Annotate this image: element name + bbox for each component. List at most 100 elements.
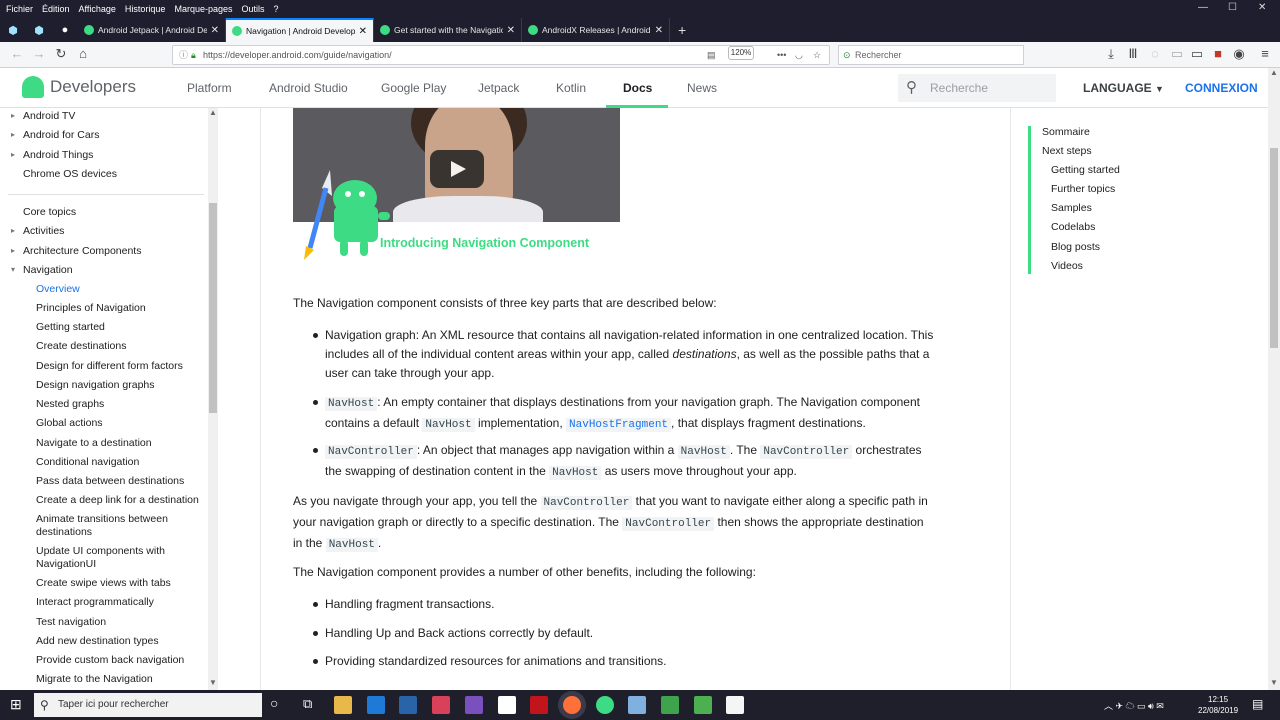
scroll-down-icon[interactable]: ▼ [209, 678, 217, 687]
sidebar-item-getting-started[interactable]: Getting started [36, 321, 105, 333]
zoom-level[interactable]: 120% [728, 46, 754, 60]
windows-start-icon[interactable]: ⊞ [10, 696, 22, 713]
tab-android-jetpack[interactable]: Android Jetpack | Android De ✕ [78, 18, 226, 42]
close-tab-icon[interactable]: ✕ [359, 26, 367, 37]
file-explorer-icon[interactable] [334, 696, 352, 714]
system-tray[interactable]: ︿ ✈ ☁ ▭ 🔊︎ ✉ [1104, 699, 1164, 712]
toc-item-blog-posts[interactable]: Blog posts [1051, 241, 1100, 253]
nav-docs[interactable]: Docs [623, 81, 652, 95]
firefox-icon[interactable] [563, 696, 581, 714]
site-search-input[interactable]: ⚲ Recherche [898, 74, 1056, 102]
sidebar-item-back-navigation[interactable]: Provide custom back navigation [36, 654, 184, 666]
developers-logo[interactable]: Developers [22, 76, 136, 98]
pinned-tab-3[interactable]: ● [52, 18, 78, 42]
store-icon[interactable] [399, 696, 417, 714]
sidebar-item-pass-data[interactable]: Pass data between destinations [36, 475, 184, 487]
sidebar-item-nested-graphs[interactable]: Nested graphs [36, 398, 104, 410]
sidebar-item-nav-graphs[interactable]: Design navigation graphs [36, 379, 155, 391]
browser-search-input[interactable]: ⊙ Rechercher [838, 45, 1024, 65]
sidebar-item-principles[interactable]: Principles of Navigation [36, 302, 146, 314]
toc-item-videos[interactable]: Videos [1051, 260, 1083, 272]
sidebar-item-interact[interactable]: Interact programmatically [36, 596, 154, 608]
sidebar-item-navigation[interactable]: ▾ Navigation [11, 264, 73, 276]
library-icon[interactable]: Ⅲ [1124, 46, 1142, 62]
forward-icon[interactable]: → [30, 46, 48, 61]
sidebar-item-form-factors[interactable]: Design for different form factors [36, 360, 183, 372]
mail-icon[interactable] [498, 696, 516, 714]
sidebar-item-deep-link[interactable]: Create a deep link for a destination [36, 494, 199, 506]
downloads-icon[interactable]: ⤓ [1102, 46, 1120, 62]
sidebar-item-android-tv[interactable]: ▸ Android TV [11, 110, 75, 122]
sidebar-item-create-destinations[interactable]: Create destinations [36, 340, 126, 352]
scroll-up-icon[interactable]: ▲ [1270, 68, 1278, 77]
app-icon[interactable] [726, 696, 744, 714]
menu-historique[interactable]: Historique [125, 4, 166, 14]
page-scroll-thumb[interactable] [1270, 148, 1278, 348]
pocket-icon[interactable]: ◡ [795, 46, 803, 64]
page-scrollbar[interactable]: ▲ ▼ [1268, 68, 1280, 690]
tab-get-started[interactable]: Get started with the Navigation ✕ [374, 18, 522, 42]
toc-item-samples[interactable]: Samples [1051, 202, 1092, 214]
task-view-icon[interactable]: ⧉ [303, 696, 312, 712]
menu-marque-pages[interactable]: Marque-pages [174, 4, 232, 14]
cortana-icon[interactable]: ○ [270, 695, 278, 711]
notifications-icon[interactable]: ▤ [1252, 697, 1263, 711]
navhostfragment-link[interactable]: NavHostFragment [566, 418, 672, 432]
menu-outils[interactable]: Outils [242, 4, 265, 14]
tab-navigation[interactable]: Navigation | Android Develop ✕ [226, 18, 374, 42]
close-tab-icon[interactable]: ✕ [655, 25, 663, 36]
nav-news[interactable]: News [687, 81, 717, 95]
toc-item-next-steps[interactable]: Next steps [1042, 145, 1092, 157]
tab-androidx-releases[interactable]: AndroidX Releases | Android D ✕ [522, 18, 670, 42]
pinned-tab-1[interactable]: ⬢ [0, 18, 26, 42]
nav-jetpack[interactable]: Jetpack [478, 81, 519, 95]
sidebar-item-swipe-views[interactable]: Create swipe views with tabs [36, 577, 171, 589]
close-tab-icon[interactable]: ✕ [211, 25, 219, 36]
extension-icon[interactable]: ▭ [1168, 46, 1186, 62]
sidebar-item-activities[interactable]: ▸ Activities [11, 225, 64, 237]
back-icon[interactable]: ← [8, 46, 26, 61]
sidebar-item-overview[interactable]: Overview [36, 283, 80, 295]
extension-icon[interactable]: ■ [1209, 46, 1227, 61]
toc-item-getting-started[interactable]: Getting started [1051, 164, 1120, 176]
reload-icon[interactable]: ↻ [52, 46, 70, 62]
app-icon[interactable] [628, 696, 646, 714]
sidebar-toggle-icon[interactable]: ▭ [1188, 46, 1206, 62]
menu-fichier[interactable]: Fichier [6, 4, 33, 14]
menu-help[interactable]: ? [274, 4, 279, 14]
app-icon[interactable] [661, 696, 679, 714]
scroll-up-icon[interactable]: ▲ [209, 108, 217, 117]
android-studio-icon[interactable] [596, 696, 614, 714]
new-tab-button[interactable]: + [678, 18, 686, 42]
scroll-down-icon[interactable]: ▼ [1270, 678, 1278, 687]
close-tab-icon[interactable]: ✕ [507, 25, 515, 36]
edge-icon[interactable] [367, 696, 385, 714]
extension-icon[interactable]: ◌ [1146, 46, 1164, 61]
nav-kotlin[interactable]: Kotlin [556, 81, 586, 95]
sidebar-item-android-cars[interactable]: ▸ Android for Cars [11, 129, 99, 141]
sidebar-item-android-things[interactable]: ▸ Android Things [11, 149, 93, 161]
sidebar-scroll-thumb[interactable] [209, 203, 217, 413]
sidebar-item-migrate[interactable]: Migrate to the Navigation [36, 673, 153, 685]
sidebar-item-navigate[interactable]: Navigate to a destination [36, 437, 152, 449]
menu-edition[interactable]: Édition [42, 4, 70, 14]
sidebar-scrollbar[interactable]: ▲ ▼ [208, 108, 218, 690]
video-title[interactable]: Introducing Navigation Component [380, 236, 589, 250]
menu-hamburger-icon[interactable]: ≡ [1256, 46, 1274, 61]
toc-item-further-topics[interactable]: Further topics [1051, 183, 1115, 195]
sidebar-item-architecture[interactable]: ▸ Architecture Components [11, 245, 141, 257]
more-actions-icon[interactable]: ••• [777, 46, 786, 64]
nav-google-play[interactable]: Google Play [381, 81, 446, 95]
maximize-icon[interactable]: ☐ [1228, 2, 1237, 13]
login-link[interactable]: CONNEXION [1185, 81, 1258, 95]
nav-platform[interactable]: Platform [187, 81, 232, 95]
toc-title[interactable]: Sommaire [1042, 126, 1090, 138]
taskbar-clock[interactable]: 12:15 22/08/2019 [1198, 694, 1238, 716]
sidebar-item-destination-types[interactable]: Add new destination types [36, 635, 159, 647]
bookmark-star-icon[interactable]: ☆ [813, 46, 821, 64]
sidebar-item-conditional[interactable]: Conditional navigation [36, 456, 139, 468]
minimize-icon[interactable]: — [1198, 2, 1208, 13]
app-icon[interactable] [432, 696, 450, 714]
pinned-tab-2[interactable]: ⬢ [26, 18, 52, 42]
app-icon[interactable] [465, 696, 483, 714]
